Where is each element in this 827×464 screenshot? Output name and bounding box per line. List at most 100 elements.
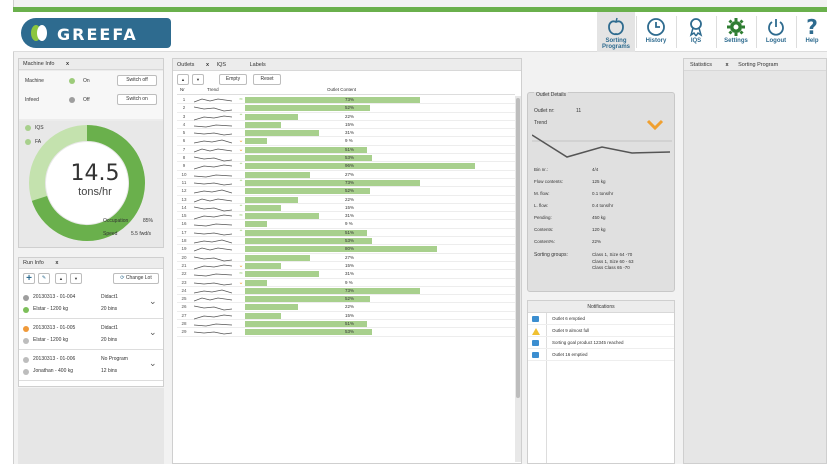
- outlet-row[interactable]: 29 53%: [177, 328, 515, 337]
- outlet-row[interactable]: 23 ⌄ 9 %: [177, 279, 515, 287]
- outlet-fill-bar: [245, 179, 421, 186]
- outlet-percent: 22%: [345, 196, 355, 202]
- outlet-percent: 73%: [345, 287, 355, 293]
- trend-sparkline: [194, 198, 232, 202]
- outlet-row[interactable]: 13 22%: [177, 196, 515, 204]
- close-tab-button[interactable]: x: [726, 62, 729, 68]
- chevron-down-icon[interactable]: ⌄: [149, 327, 157, 338]
- outlet-row[interactable]: 4 15%: [177, 121, 515, 130]
- notification-item[interactable]: Outlet 9 almost full: [528, 325, 674, 337]
- run-date: 20130313 - 01-004: [33, 294, 76, 300]
- outlet-row[interactable]: 8 53%: [177, 154, 515, 163]
- outlet-row[interactable]: 28 51%: [177, 320, 515, 329]
- outlet-number: 2: [182, 105, 186, 111]
- outlet-number: 28: [181, 321, 187, 327]
- outlet-row[interactable]: 6 ⌄ 9 %: [177, 137, 515, 146]
- outlet-row[interactable]: 14 ⌃ 15%: [177, 204, 515, 213]
- trend-sparkline: [194, 174, 232, 178]
- outlet-row[interactable]: 19 80%: [177, 245, 515, 254]
- outlet-row[interactable]: 5 31%: [177, 129, 515, 138]
- nav-settings[interactable]: Settings: [717, 12, 755, 52]
- notification-item[interactable]: Sorting goal product 12345 reached: [528, 337, 674, 349]
- chevron-down-icon[interactable]: ⌄: [149, 358, 157, 369]
- outlet-row[interactable]: 18 53%: [177, 237, 515, 246]
- outlet-row[interactable]: 26 22%: [177, 303, 515, 312]
- empty-button[interactable]: Empty: [219, 74, 247, 85]
- run-item[interactable]: 20130313 - 01-006 No Program Jonathan - …: [19, 350, 163, 381]
- outlet-row[interactable]: 1 ≈73%: [177, 96, 515, 105]
- outlet-row[interactable]: 27 15%: [177, 312, 515, 321]
- outlet-row[interactable]: 3 ⌃ 22%: [177, 113, 515, 121]
- run-item[interactable]: 20130313 - 01-005 Didact1 Elstar - 1200 …: [19, 319, 163, 350]
- outlet-percent: 80%: [345, 246, 355, 252]
- outlet-percent: 31%: [345, 213, 355, 219]
- info-icon: [532, 340, 539, 346]
- trend-sparkline: [194, 124, 232, 128]
- notification-item[interactable]: Outlet 6 emptied: [528, 313, 674, 325]
- edit-pencil-icon[interactable]: ✎: [38, 273, 50, 284]
- info-icon: [532, 316, 539, 322]
- nav-help[interactable]: ? Help: [797, 12, 827, 52]
- outlet-row[interactable]: 9 ⌃ 96%: [177, 162, 515, 171]
- move-up-button[interactable]: ▲: [55, 273, 67, 284]
- outlet-number: 4: [182, 121, 186, 127]
- scroll-down-button[interactable]: ▼: [192, 74, 204, 85]
- scrollbar-thumb[interactable]: [516, 98, 520, 398]
- outlet-row[interactable]: 25 52%: [177, 295, 515, 304]
- outlet-row[interactable]: 2 52%: [177, 104, 515, 113]
- outlets-scrollbar[interactable]: [515, 96, 521, 462]
- outlet-row[interactable]: 16 9 %: [177, 220, 515, 229]
- scroll-up-button[interactable]: ▲: [177, 74, 189, 85]
- close-tab-button[interactable]: x: [206, 62, 209, 68]
- outlet-row[interactable]: 20 27%: [177, 254, 515, 262]
- tab-outlets[interactable]: Outlets: [177, 62, 194, 68]
- move-down-button[interactable]: ▼: [70, 273, 82, 284]
- outlet-row[interactable]: 22 ≈31%: [177, 270, 515, 279]
- detail-label: Bin nr.:: [534, 167, 549, 172]
- tab-sorting-program[interactable]: Sorting Program: [738, 62, 778, 68]
- leaf-logo-icon: [31, 25, 47, 41]
- outlet-number: 9: [182, 163, 186, 169]
- outlet-row[interactable]: 11 ⌃ 73%: [177, 179, 515, 188]
- nav-label: History: [645, 38, 667, 44]
- notification-item[interactable]: Outlet 16 emptied: [528, 349, 674, 361]
- switch-off-button[interactable]: Switch off: [117, 75, 157, 86]
- outlet-row[interactable]: 15 ≈31%: [177, 212, 515, 221]
- outlet-row[interactable]: 21 ⌄ 15%: [177, 262, 515, 271]
- tab-labels[interactable]: Labels: [250, 62, 266, 68]
- run-item[interactable]: 20130313 - 01-004 Didact1 Elstar - 1200 …: [19, 288, 163, 319]
- nav-history[interactable]: History: [637, 12, 675, 52]
- outlet-number: 27: [181, 312, 187, 318]
- outlet-fill-bar: [245, 130, 320, 137]
- change-lot-button[interactable]: ⟳ Change Lot: [113, 273, 159, 284]
- statistics-tabbar: Statistics x Sorting Program: [684, 59, 826, 71]
- clock-icon: [647, 18, 665, 36]
- run-program: Didact1: [101, 325, 118, 331]
- tab-iqs[interactable]: IQS: [217, 62, 226, 68]
- chevron-down-icon[interactable]: ⌄: [149, 296, 157, 307]
- statistics-panel: Statistics x Sorting Program: [683, 58, 827, 464]
- add-run-button[interactable]: +: [23, 273, 35, 284]
- outlet-row[interactable]: 17 ⌃ 51%: [177, 229, 515, 238]
- outlet-row[interactable]: 10 27%: [177, 171, 515, 179]
- outlet-row[interactable]: 7 ⌄ 51%: [177, 146, 515, 155]
- switch-on-button[interactable]: Switch on: [117, 94, 157, 105]
- tab-statistics[interactable]: Statistics: [690, 62, 712, 68]
- close-panel-button[interactable]: x: [66, 61, 69, 67]
- run-info-panel: Run Info x + ✎ ▲ ▼ ⟳ Change Lot 20130313…: [18, 257, 164, 387]
- outlet-row[interactable]: 12 52%: [177, 187, 515, 196]
- outlet-number: 19: [181, 246, 187, 252]
- outlet-fill-bar: [245, 287, 421, 294]
- outlet-row[interactable]: 24 73%: [177, 287, 515, 296]
- run-date: 20130313 - 01-005: [33, 325, 76, 331]
- nav-iqs[interactable]: IQS: [677, 12, 715, 52]
- outlet-fill-bar: [245, 246, 437, 253]
- nav-logout[interactable]: Logout: [757, 12, 795, 52]
- detail-value: 125 kg: [592, 179, 606, 184]
- close-panel-button[interactable]: x: [55, 260, 58, 266]
- change-lot-label: Change Lot: [125, 275, 152, 281]
- outlet-percent: 15%: [345, 121, 355, 127]
- reset-button[interactable]: Reset: [253, 74, 281, 85]
- outlet-percent: 27%: [345, 171, 355, 177]
- nav-sorting-programs[interactable]: Sorting Programs: [597, 12, 635, 52]
